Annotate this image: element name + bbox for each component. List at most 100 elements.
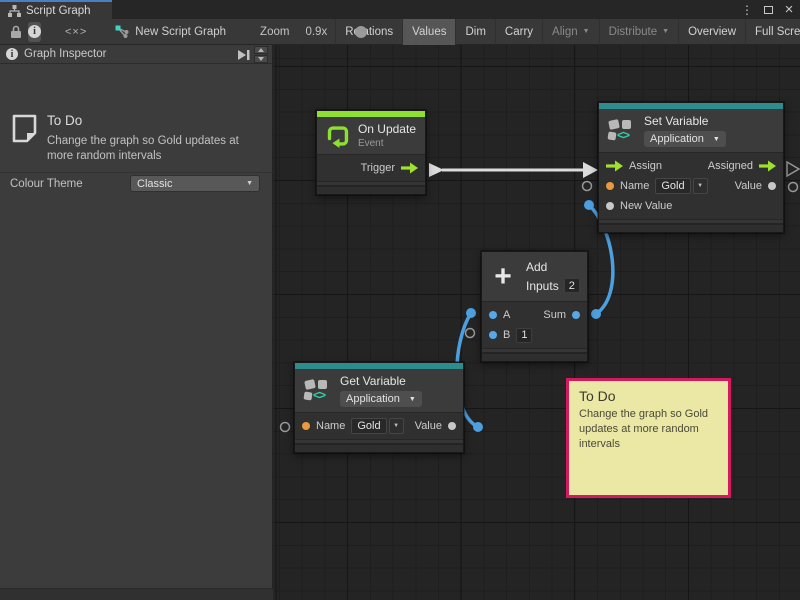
node-ports: A Sum B 1: [482, 302, 587, 349]
variables-icon: <>: [608, 119, 636, 143]
b-value-field[interactable]: 1: [516, 328, 532, 343]
info-icon: i: [6, 48, 18, 60]
port-b-in[interactable]: B 1: [489, 328, 532, 343]
inputs-label: Inputs: [526, 279, 559, 293]
port-assign-in[interactable]: Assign: [606, 160, 662, 172]
node-header: <> Set Variable Application ▼: [599, 109, 783, 153]
chevron-down-icon: ▼: [583, 28, 590, 35]
sticky-note-body: Change the graph so Gold updates at more…: [579, 407, 719, 452]
inputs-count-field[interactable]: 2: [564, 278, 580, 293]
code-preview-icon[interactable]: <×>: [65, 26, 87, 38]
sticky-note[interactable]: To Do Change the graph so Gold updates a…: [566, 378, 731, 498]
new-script-graph-button[interactable]: New Script Graph: [115, 25, 226, 38]
colour-theme-label: Colour Theme: [10, 178, 83, 190]
node-title: On Update: [358, 122, 416, 136]
graph-inspector-header: i Graph Inspector: [0, 45, 272, 64]
values-button[interactable]: Values: [402, 19, 455, 45]
flow-arrow-icon: [401, 162, 418, 174]
variable-scope-dropdown[interactable]: Application ▼: [644, 131, 726, 147]
on-update-loop-icon: [326, 124, 350, 148]
variables-icon: <>: [304, 379, 332, 403]
node-subtitle: Event: [358, 138, 416, 149]
dim-button[interactable]: Dim: [455, 19, 494, 45]
menu-icon[interactable]: ⋮: [740, 2, 754, 18]
divider: [0, 172, 273, 173]
graph-canvas[interactable]: On Update Event Trigger: [274, 45, 800, 600]
port-terminal-setvariable-name[interactable]: [583, 182, 592, 191]
spinner-down-button[interactable]: [254, 55, 268, 63]
node-header: On Update Event: [317, 117, 425, 155]
script-graph-asset-icon: [115, 25, 129, 38]
fullscreen-button[interactable]: Full Screen: [745, 19, 800, 45]
relations-button[interactable]: Relations: [335, 19, 402, 45]
port-sum-out[interactable]: Sum: [543, 309, 580, 321]
port-terminal-setvariable-assigned[interactable]: [787, 162, 799, 176]
add-plus-icon: +: [488, 264, 518, 290]
node-title: Get Variable: [340, 374, 422, 388]
node-on-update[interactable]: On Update Event Trigger: [316, 110, 426, 195]
port-a-in[interactable]: A: [489, 309, 510, 321]
flow-arrow-icon: [606, 160, 623, 172]
spinner-up-button[interactable]: [254, 46, 268, 54]
number-port-icon: [489, 331, 497, 339]
maximize-icon[interactable]: [761, 2, 775, 18]
sticky-note-title: To Do: [579, 388, 718, 404]
port-value-out[interactable]: Value: [415, 420, 456, 432]
port-assigned-out[interactable]: Assigned: [708, 160, 776, 172]
port-name-in[interactable]: Name Gold ▼: [606, 178, 708, 194]
lock-icon[interactable]: [10, 25, 22, 39]
close-icon[interactable]: ×: [782, 2, 796, 18]
node-header: <> Get Variable Application ▼: [295, 369, 463, 413]
node-ports: Assign Assigned Name: [599, 153, 783, 220]
dock-panel-icon[interactable]: [236, 49, 251, 61]
node-footer: [599, 223, 783, 232]
align-button[interactable]: Align▼: [542, 19, 599, 45]
tab-script-graph[interactable]: Script Graph: [0, 0, 112, 19]
wire-endpoint: [591, 309, 601, 319]
carry-button[interactable]: Carry: [495, 19, 542, 45]
wire-endpoint: [466, 308, 476, 318]
zoom-slider-handle[interactable]: [355, 26, 367, 38]
port-value-out[interactable]: Value: [735, 180, 776, 192]
port-name-in[interactable]: Name Gold ▼: [302, 418, 404, 434]
port-trigger-out[interactable]: Trigger: [361, 162, 418, 174]
graph-inspector-panel: i Graph Inspector To Do Change the: [0, 45, 273, 588]
colour-theme-value: Classic: [137, 178, 172, 190]
overview-button[interactable]: Overview: [678, 19, 745, 45]
node-ports: Name Gold ▼ Value: [295, 413, 463, 440]
wire-endpoint: [473, 422, 483, 432]
port-new-value-in[interactable]: New Value: [606, 200, 672, 212]
node-title: Set Variable: [644, 114, 726, 128]
number-port-icon: [489, 311, 497, 319]
chevron-down-icon: ▼: [713, 136, 720, 143]
node-footer: [295, 443, 463, 452]
note-description: Change the graph so Gold updates at more…: [47, 134, 263, 164]
variable-name-dropdown[interactable]: Gold ▼: [351, 418, 403, 434]
inspector-toggle-button[interactable]: i: [28, 22, 41, 42]
flow-wire-end-arrow: [583, 162, 598, 178]
node-title: Add: [526, 260, 580, 274]
string-port-icon: [606, 182, 614, 190]
variable-name-dropdown[interactable]: Gold ▼: [655, 178, 707, 194]
node-get-variable[interactable]: <> Get Variable Application ▼ Name Gold: [294, 362, 464, 453]
node-add[interactable]: + Add Inputs 2 A Sum: [481, 251, 588, 362]
node-ports: Trigger: [317, 155, 425, 182]
distribute-button[interactable]: Distribute▼: [599, 19, 679, 45]
colour-theme-dropdown[interactable]: Classic ▼: [130, 175, 260, 192]
graph-icon: [8, 5, 21, 17]
window-controls: ⋮ ×: [740, 0, 796, 19]
node-footer: [317, 185, 425, 194]
panel-spinner: [254, 46, 268, 63]
script-graph-window: Script Graph ⋮ × i <×> New Script Graph …: [0, 0, 800, 600]
wire-endpoint: [584, 200, 594, 210]
info-icon: i: [28, 25, 41, 38]
panel-footer: [0, 588, 273, 600]
tab-bar: Script Graph ⋮ ×: [0, 0, 800, 19]
port-terminal-add-b[interactable]: [466, 329, 475, 338]
node-set-variable[interactable]: <> Set Variable Application ▼: [598, 102, 784, 233]
graph-toolbar: i <×> New Script Graph Zoom 0.9x Relatio…: [0, 19, 800, 45]
port-terminal-getvariable-name[interactable]: [281, 423, 290, 432]
node-footer: [482, 352, 587, 361]
variable-scope-dropdown[interactable]: Application ▼: [340, 391, 422, 407]
port-terminal-setvariable-value[interactable]: [789, 183, 798, 192]
